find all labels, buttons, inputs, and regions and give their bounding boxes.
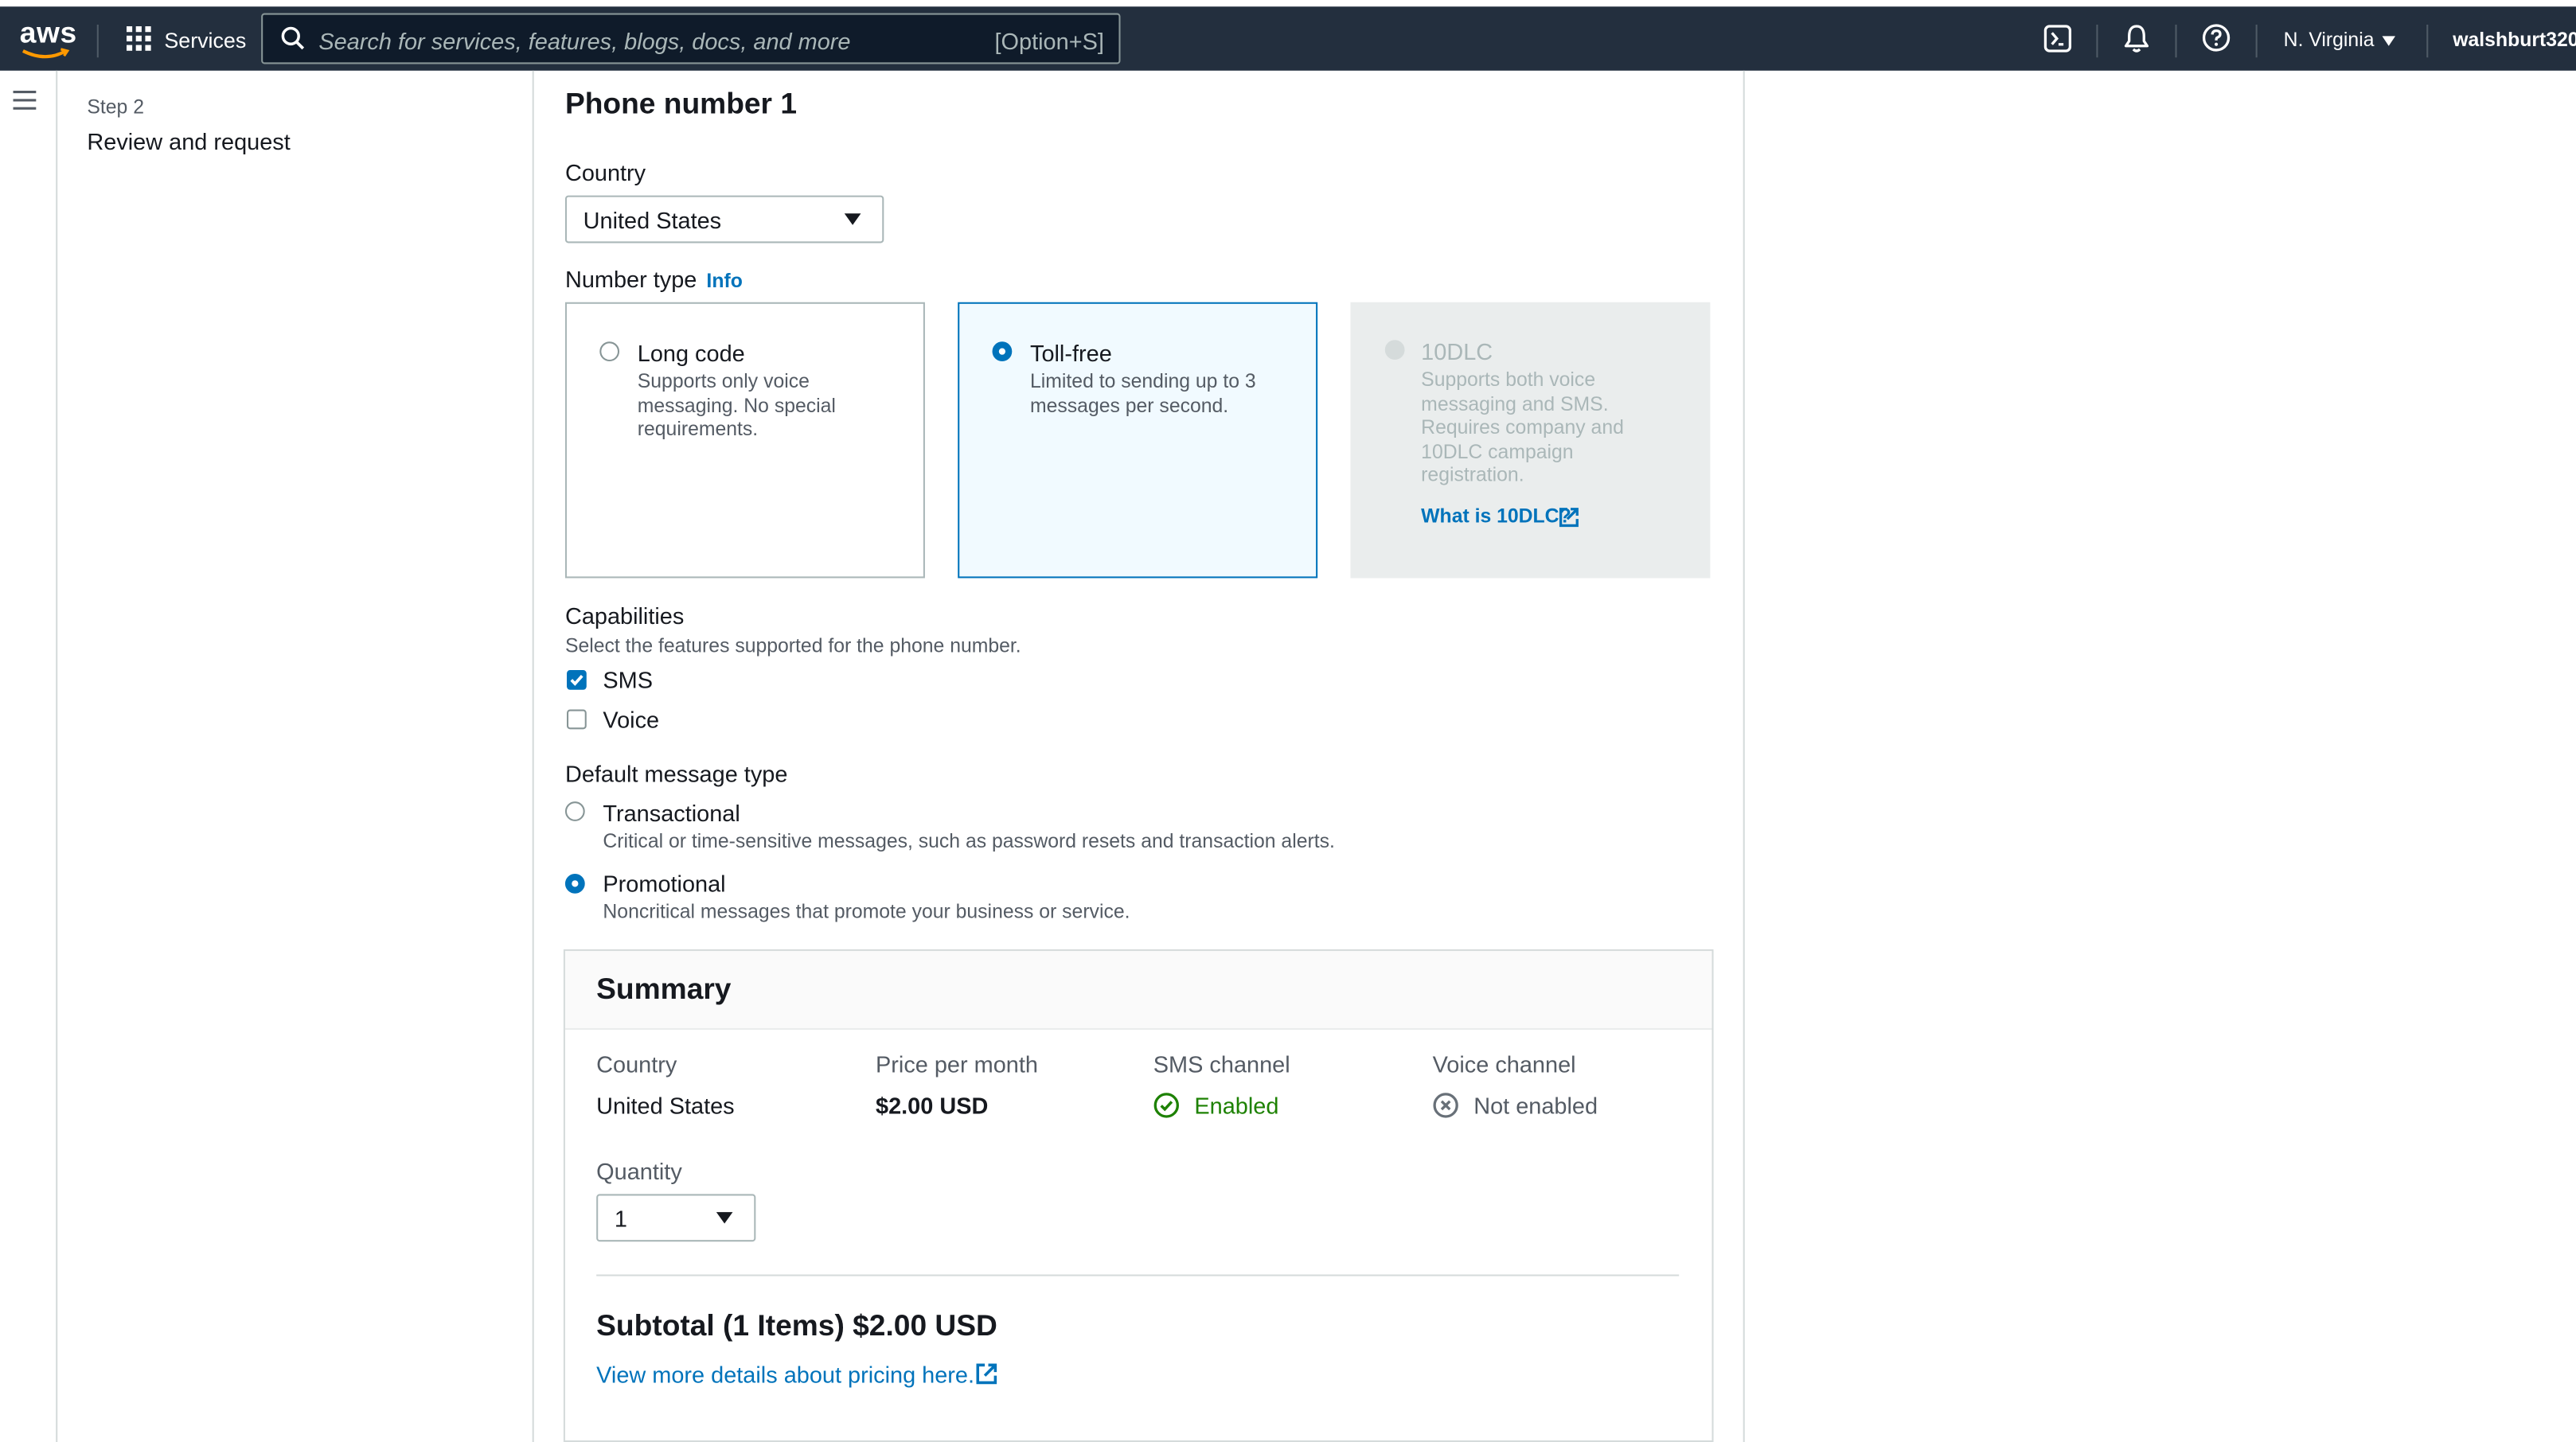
country-selected-value: United States: [583, 207, 722, 234]
top-navigation-bar: aws Services Search for services, featur…: [0, 0, 2576, 71]
page-title: Phone number 1: [564, 87, 798, 120]
summary-country-value: United States: [596, 1092, 735, 1119]
side-navigation-rail: [0, 70, 58, 1442]
subtotal: Subtotal (1 Items) $2.00 USD: [596, 1308, 997, 1343]
number-type-tile-toll-free[interactable]: Toll-free Limited to sending up to 3 mes…: [958, 302, 1318, 579]
nav-divider: [96, 24, 99, 58]
10dlc-radio: [1384, 340, 1405, 360]
tile-title: Long code: [637, 340, 745, 367]
country-label: Country: [564, 159, 646, 186]
capabilities-label: Capabilities: [564, 602, 685, 629]
aws-logo[interactable]: aws: [20, 17, 77, 51]
search-icon: [281, 26, 305, 50]
voice-checkbox[interactable]: [567, 709, 587, 730]
chevron-down-icon: [716, 1212, 733, 1224]
region-selector[interactable]: N. Virginia: [2284, 26, 2407, 59]
price-per-month-label: Price per month: [876, 1050, 1038, 1078]
capabilities-description: Select the features supported for the ph…: [564, 633, 1021, 657]
step-title[interactable]: Review and request: [87, 128, 290, 154]
voice-channel-status: Not enabled: [1473, 1092, 1598, 1119]
transactional-label[interactable]: Transactional: [603, 800, 740, 826]
cloudshell-icon[interactable]: [2043, 25, 2072, 53]
promotional-label[interactable]: Promotional: [603, 871, 725, 897]
sms-channel-status: Enabled: [1194, 1092, 1279, 1119]
summary-country-label: Country: [596, 1050, 677, 1078]
wizard-steps-panel: Step 2 Review and request: [57, 70, 534, 1442]
sms-channel-label: SMS channel: [1153, 1050, 1290, 1078]
services-label: Services: [164, 28, 247, 53]
info-link[interactable]: Info: [706, 269, 742, 292]
nav-divider: [2255, 24, 2258, 58]
region-label: N. Virginia: [2283, 28, 2375, 51]
promotional-description: Noncritical messages that promote your b…: [603, 899, 1130, 923]
country-select[interactable]: United States: [564, 195, 884, 244]
chevron-down-icon: [844, 213, 861, 225]
checkmark-icon: [570, 675, 584, 686]
tile-description: Supports both voice messaging and SMS. R…: [1421, 368, 1624, 486]
not-enabled-x-icon: [1433, 1093, 1458, 1118]
step-label: Step 2: [87, 95, 145, 119]
success-check-icon: [1153, 1093, 1179, 1118]
summary-divider: [596, 1274, 1680, 1276]
default-message-type-label: Default message type: [564, 760, 788, 787]
transactional-description: Critical or time-sensitive messages, suc…: [603, 829, 1335, 853]
global-search-input[interactable]: Search for services, features, blogs, do…: [261, 13, 1121, 64]
number-type-tile-long-code[interactable]: Long code Supports only voice messaging.…: [564, 302, 925, 579]
external-link-icon: [1559, 508, 1579, 528]
aws-logo-smile-icon: [21, 48, 70, 59]
what-is-10dlc-link[interactable]: What is 10DLC?: [1421, 505, 1571, 528]
number-type-label: Number type: [564, 266, 697, 293]
toll-free-radio[interactable]: [992, 341, 1013, 362]
summary-header: [564, 950, 1712, 1031]
chevron-down-icon: [2382, 36, 2396, 46]
account-menu[interactable]: walshburt320: [2453, 28, 2576, 51]
nav-divider: [2426, 24, 2429, 58]
tile-title: Toll-free: [1030, 340, 1112, 367]
notifications-bell-icon[interactable]: [2122, 23, 2150, 54]
transactional-radio[interactable]: [564, 801, 585, 821]
quantity-selected-value: 1: [614, 1205, 627, 1232]
long-code-radio[interactable]: [599, 341, 620, 362]
voice-checkbox-label[interactable]: Voice: [603, 706, 659, 732]
tile-description: Limited to sending up to 3 messages per …: [1030, 369, 1256, 417]
number-type-tile-10dlc: 10DLC Supports both voice messaging and …: [1350, 302, 1711, 579]
quantity-label: Quantity: [596, 1157, 682, 1184]
voice-channel-label: Voice channel: [1432, 1050, 1576, 1078]
summary-title: Summary: [596, 972, 732, 1006]
price-per-month-value: $2.00 USD: [876, 1092, 989, 1119]
grid-icon: [126, 26, 151, 51]
promotional-radio[interactable]: [564, 873, 585, 894]
tile-description: Supports only voice messaging. No specia…: [637, 369, 836, 441]
search-shortcut-hint: [Option+S]: [994, 28, 1104, 55]
help-icon[interactable]: [2201, 23, 2231, 53]
nav-divider: [2175, 24, 2177, 58]
sms-checkbox[interactable]: [567, 670, 587, 690]
external-link-icon: [976, 1363, 997, 1385]
nav-divider: [2096, 24, 2098, 58]
quantity-select[interactable]: 1: [596, 1194, 756, 1242]
pricing-details-link[interactable]: View more details about pricing here.: [596, 1362, 974, 1388]
hamburger-menu-icon[interactable]: [13, 91, 37, 111]
search-placeholder: Search for services, features, blogs, do…: [318, 28, 851, 55]
sms-checkbox-label[interactable]: SMS: [603, 667, 653, 693]
tile-title: 10DLC: [1421, 338, 1493, 365]
